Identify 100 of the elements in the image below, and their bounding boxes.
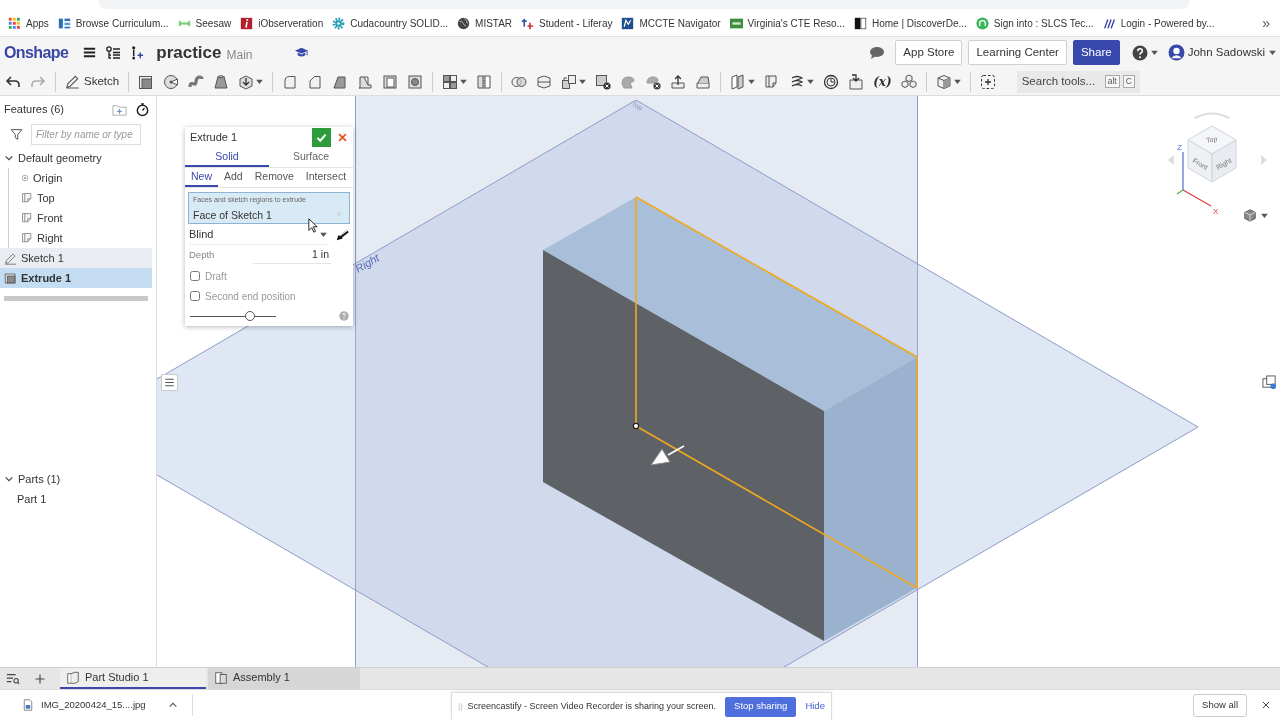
plus-icon[interactable] (34, 672, 46, 685)
import-arrow-icon[interactable] (848, 73, 865, 90)
mirror-icon[interactable] (476, 73, 493, 90)
scrollbar[interactable] (4, 296, 148, 301)
tree-item[interactable]: Parts (1) (0, 469, 152, 489)
tab[interactable]: Assembly 1 (208, 668, 360, 689)
checkbox[interactable] (190, 271, 200, 281)
caret-icon[interactable] (579, 79, 587, 84)
step-block-icon[interactable] (357, 73, 374, 90)
caret-icon[interactable] (460, 79, 468, 84)
blob-x-icon[interactable] (645, 73, 662, 90)
layers-icon[interactable] (1262, 375, 1277, 390)
split-block-icon[interactable] (536, 73, 553, 90)
tab[interactable]: Solid (185, 148, 269, 167)
caret-icon[interactable] (748, 79, 756, 84)
two-blocks-icon[interactable] (561, 73, 578, 90)
tab[interactable]: Part Studio 1 (60, 668, 206, 689)
checkbox[interactable] (190, 291, 200, 301)
menu-icon[interactable] (82, 45, 98, 60)
section-cube-icon[interactable] (935, 73, 952, 90)
extruded-block[interactable] (543, 196, 918, 641)
bookmark-link[interactable]: Student - Liferay (521, 15, 613, 31)
search-bar[interactable]: Search tools... alt C (1016, 70, 1140, 93)
caret-icon[interactable] (256, 79, 264, 84)
list-tree-icon[interactable] (105, 44, 122, 61)
caret-icon[interactable] (807, 79, 815, 84)
tree-item[interactable]: Part 1 (0, 489, 152, 509)
tray-icon[interactable] (695, 73, 712, 90)
slider-thumb[interactable] (245, 310, 256, 321)
bookmark-link[interactable]: MISTAR (457, 15, 513, 31)
header-button[interactable]: Learning Center (968, 40, 1067, 65)
tree-item[interactable]: Sketch 1 (0, 248, 152, 268)
slanted-block-icon[interactable] (332, 73, 349, 90)
tree-item[interactable]: Top (9, 188, 153, 208)
cut-corner-icon[interactable] (307, 73, 324, 90)
bookmark-link[interactable]: Virginia's CTE Reso... (729, 15, 845, 31)
cubes-icon[interactable] (900, 73, 917, 90)
diagonal-arrow-icon[interactable] (335, 227, 349, 242)
caret-icon[interactable] (1261, 212, 1268, 218)
help-icon[interactable] (1131, 44, 1148, 61)
chevron-down-icon[interactable] (4, 474, 14, 484)
block-hole-icon[interactable] (407, 73, 424, 90)
bookmark-link[interactable]: Browse Curriculum... (57, 15, 169, 31)
depth-field[interactable]: 1 in (253, 247, 331, 264)
bookmark-link[interactable]: Seesaw (177, 15, 232, 31)
chevron-down-icon[interactable] (4, 153, 14, 163)
search-field[interactable]: Search tools... (1021, 72, 1102, 91)
tray-arrow-icon[interactable] (670, 73, 687, 90)
tab[interactable]: New (185, 168, 218, 187)
share-button[interactable]: Share (1072, 40, 1120, 65)
tree-item[interactable]: Right (9, 228, 153, 248)
tree-item[interactable]: Default geometry (0, 148, 152, 168)
bookmark-link[interactable]: Apps (8, 15, 49, 31)
search-list-icon[interactable] (6, 671, 20, 686)
tab[interactable]: Intersect (299, 168, 353, 187)
box-arrow-icon[interactable] (238, 73, 255, 90)
grid-icon[interactable] (442, 73, 459, 90)
caret-icon[interactable] (1150, 50, 1158, 55)
block-icon[interactable] (138, 73, 155, 90)
vertex-point-icon[interactable] (632, 422, 640, 430)
bookmark-link[interactable]: Home | DiscoverDe... (853, 15, 967, 31)
document-name[interactable]: practice (156, 39, 222, 66)
tree-item[interactable]: Origin (9, 168, 153, 188)
hide-link[interactable]: Hide (805, 699, 825, 714)
filter-icon[interactable] (10, 127, 23, 141)
bookmark-link[interactable]: Sign into : SLCS Tec... (975, 15, 1094, 31)
grip-icon[interactable] (457, 701, 463, 712)
caret-icon[interactable] (1269, 50, 1276, 55)
trapezoid-icon[interactable] (213, 73, 230, 90)
panels-icon[interactable] (730, 73, 747, 90)
curve-icon[interactable] (188, 73, 205, 90)
tree-item[interactable]: Front (9, 208, 153, 228)
logo[interactable]: Onshape (4, 40, 69, 65)
circle-notch-icon[interactable] (163, 73, 180, 90)
arrow-manipulator-icon[interactable] (650, 445, 685, 466)
filter-field[interactable]: Filter by name or type (31, 123, 141, 145)
list-icon[interactable] (161, 374, 178, 391)
block-x-icon[interactable] (595, 73, 612, 90)
tab[interactable]: Add (218, 168, 249, 187)
hollow-block-icon[interactable] (382, 73, 399, 90)
bookmark-link[interactable]: Login - Powered by... (1102, 15, 1215, 31)
tree-item[interactable]: Extrude 1 (0, 268, 152, 288)
more-bookmarks-button[interactable]: » (1262, 12, 1270, 34)
sketch-button[interactable]: Sketch (65, 72, 120, 91)
user-name[interactable]: John Sadowski (1187, 43, 1265, 62)
caret-icon[interactable] (953, 79, 961, 84)
bookmark-link[interactable]: MCCTE Navigator (621, 15, 721, 31)
speech-bubble-icon[interactable] (869, 44, 886, 61)
download-item[interactable]: IMG_20200424_15....jpg (22, 697, 146, 713)
clock-icon[interactable] (823, 73, 840, 90)
stopwatch-icon[interactable] (135, 101, 150, 117)
cube-icon[interactable] (1243, 208, 1257, 222)
tab[interactable]: Remove (248, 168, 300, 187)
user-avatar-icon[interactable] (1167, 44, 1185, 61)
tab[interactable]: Surface (269, 148, 353, 167)
stop-sharing-button[interactable]: Stop sharing (725, 696, 797, 717)
chevron-up-icon[interactable] (167, 700, 178, 710)
dashed-square-plus-icon[interactable] (979, 73, 996, 90)
show-all-button[interactable]: Show all (1193, 693, 1247, 717)
undo-icon[interactable] (5, 73, 21, 90)
